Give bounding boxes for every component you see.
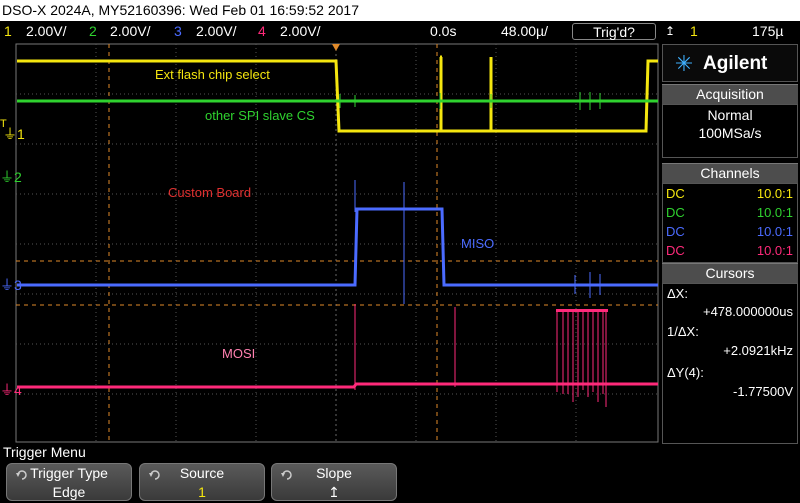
ch1-coupling: DC bbox=[666, 186, 685, 201]
ch3-probe: 10.0:1 bbox=[756, 224, 793, 239]
waveform-display[interactable]: T ⏚1 ⏚2 ⏚3 ⏚4 Ext flash chip select othe… bbox=[0, 42, 660, 444]
cursor-inv-label: 1/ΔX: bbox=[667, 324, 699, 339]
ch3-ground-marker[interactable]: ⏚3 bbox=[0, 275, 22, 295]
ch3-number[interactable]: 3 bbox=[174, 21, 182, 42]
ch2-marker-number: 2 bbox=[14, 169, 22, 185]
trigger-type-softkey[interactable]: Trigger Type Edge bbox=[6, 463, 132, 501]
agilent-logo-icon: ✳ bbox=[674, 51, 694, 76]
label-ext-flash: Ext flash chip select bbox=[155, 67, 270, 82]
brand-name: Agilent bbox=[703, 53, 768, 74]
trigger-type-label: Trigger Type bbox=[30, 465, 108, 481]
ch2-scale[interactable]: 2.00V/ bbox=[110, 21, 150, 42]
ch3-coupling: DC bbox=[666, 224, 685, 239]
label-miso: MISO bbox=[461, 236, 495, 251]
source-softkey[interactable]: Source 1 bbox=[139, 463, 265, 501]
label-mosi: MOSI bbox=[222, 346, 256, 361]
cursor-dx-label: ΔX: bbox=[667, 286, 688, 301]
acquisition-mode: Normal bbox=[707, 107, 753, 123]
acquisition-title[interactable]: Acquisition bbox=[662, 84, 798, 104]
ch2-number[interactable]: 2 bbox=[89, 21, 97, 42]
ch4-number[interactable]: 4 bbox=[258, 21, 266, 42]
channel-row-4: DC 10.0:1 bbox=[666, 241, 796, 260]
ch2-probe: 10.0:1 bbox=[756, 205, 793, 220]
ch2-coupling: DC bbox=[666, 205, 685, 220]
menu-title: Trigger Menu bbox=[3, 444, 86, 460]
cursor-dx-value: +478.000000us bbox=[702, 304, 793, 319]
ch4-scale[interactable]: 2.00V/ bbox=[280, 21, 320, 42]
window-title: DSO-X 2024A, MY52160396: Wed Feb 01 16:5… bbox=[0, 0, 800, 21]
trigger-type-value: Edge bbox=[52, 484, 86, 500]
ch1-probe: 10.0:1 bbox=[756, 186, 793, 201]
status-bar: 1 2.00V/ 2 2.00V/ 3 2.00V/ 4 2.00V/ 0.0s… bbox=[0, 21, 800, 42]
cursor-dy-label: ΔY(4): bbox=[667, 365, 704, 380]
ch4-marker-number: 4 bbox=[14, 382, 22, 398]
source-value: 1 bbox=[198, 484, 206, 500]
cursors-box[interactable]: ΔX: +478.000000us 1/ΔX: +2.0921kHz ΔY(4)… bbox=[662, 283, 798, 444]
ch1-number[interactable]: 1 bbox=[4, 21, 12, 42]
trigger-channel[interactable]: 1 bbox=[690, 21, 698, 42]
ch3-marker-number: 3 bbox=[14, 277, 22, 293]
channel-row-1: DC 10.0:1 bbox=[666, 184, 796, 203]
ch1-marker-number: 1 bbox=[17, 126, 25, 142]
trigger-level[interactable]: 175µ bbox=[752, 21, 783, 42]
cursors-title[interactable]: Cursors bbox=[662, 263, 798, 283]
slope-rising-icon: ↥ bbox=[328, 484, 340, 500]
waveform-graticule bbox=[15, 43, 659, 443]
channel-row-3: DC 10.0:1 bbox=[666, 222, 796, 241]
ch2-ground-marker[interactable]: ⏚2 bbox=[0, 167, 22, 187]
label-other-spi: other SPI slave CS bbox=[205, 108, 315, 123]
source-label: Source bbox=[179, 465, 225, 481]
ch4-coupling: DC bbox=[666, 243, 685, 258]
ch3-scale[interactable]: 2.00V/ bbox=[196, 21, 236, 42]
cursor-dy-value: -1.77500V bbox=[733, 384, 793, 399]
ch1-ground-marker[interactable]: ⏚1 bbox=[3, 124, 25, 144]
ch4-probe: 10.0:1 bbox=[756, 243, 793, 258]
label-custom-board: Custom Board bbox=[168, 185, 252, 200]
time-scale[interactable]: 48.00µ/ bbox=[501, 21, 548, 42]
acquisition-box[interactable]: Normal 100MSa/s bbox=[662, 104, 798, 158]
time-offset[interactable]: 0.0s bbox=[430, 21, 456, 42]
ch4-ground-marker[interactable]: ⏚4 bbox=[0, 380, 22, 400]
slope-label: Slope bbox=[316, 465, 352, 481]
channels-title[interactable]: Channels bbox=[662, 163, 798, 183]
brand-header: ✳ Agilent bbox=[662, 44, 798, 82]
trigger-status-box[interactable]: Trig'd? bbox=[572, 23, 656, 40]
ch1-scale[interactable]: 2.00V/ bbox=[26, 21, 66, 42]
channels-box[interactable]: DC 10.0:1 DC 10.0:1 DC 10.0:1 DC 10.0:1 bbox=[662, 183, 798, 263]
side-panel: ✳ Agilent Acquisition Normal 100MSa/s Ch… bbox=[660, 42, 800, 444]
cursor-inv-value: +2.0921kHz bbox=[723, 343, 793, 358]
slope-softkey[interactable]: Slope ↥ bbox=[271, 463, 397, 501]
trigger-edge-icon: ↥ bbox=[665, 24, 676, 38]
channel-row-2: DC 10.0:1 bbox=[666, 203, 796, 222]
trigger-status: Trig'd? bbox=[593, 24, 635, 40]
acquisition-rate: 100MSa/s bbox=[698, 125, 762, 141]
